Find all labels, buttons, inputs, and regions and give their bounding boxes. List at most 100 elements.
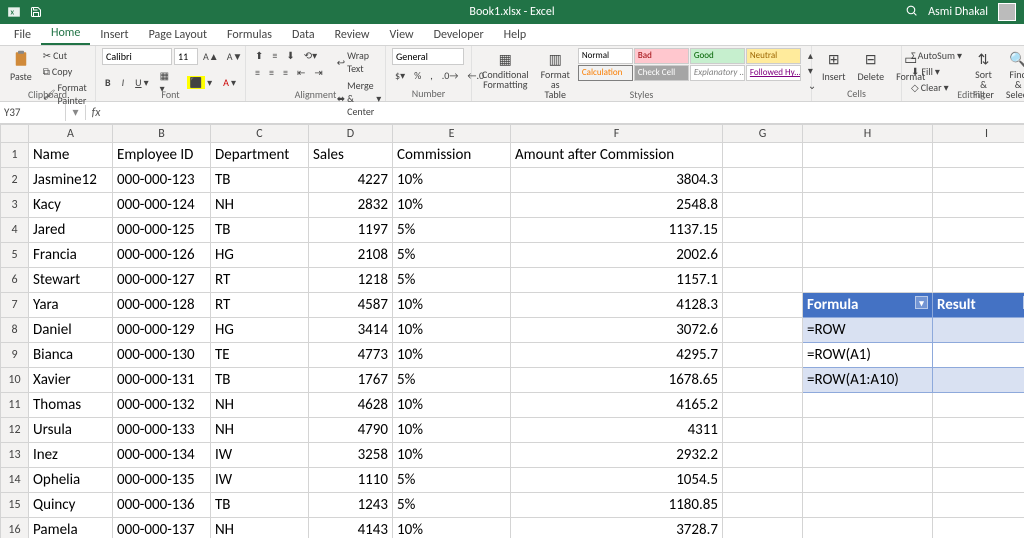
cell-G2[interactable]	[723, 168, 803, 193]
cell-B7[interactable]: 000-000-128	[113, 293, 211, 318]
cell-F13[interactable]: 2932.2	[511, 443, 723, 468]
tab-review[interactable]: Review	[325, 24, 380, 45]
cell-I6[interactable]	[933, 268, 1024, 293]
cell-I8[interactable]: 8	[933, 318, 1024, 343]
row-header-5[interactable]: 5	[1, 243, 29, 268]
cell-D12[interactable]: 4790	[309, 418, 393, 443]
row-header-2[interactable]: 2	[1, 168, 29, 193]
align-top-button[interactable]: ⬆	[252, 48, 266, 63]
cell-G16[interactable]	[723, 518, 803, 538]
cell-F4[interactable]: 1137.15	[511, 218, 723, 243]
row-header-13[interactable]: 13	[1, 443, 29, 468]
cell-F14[interactable]: 1054.5	[511, 468, 723, 493]
align-center-button[interactable]: ≡	[266, 65, 277, 80]
cell-E13[interactable]: 10%	[393, 443, 511, 468]
cell-E9[interactable]: 10%	[393, 343, 511, 368]
cell-B4[interactable]: 000-000-125	[113, 218, 211, 243]
cell-E7[interactable]: 10%	[393, 293, 511, 318]
cell-B11[interactable]: 000-000-132	[113, 393, 211, 418]
col-header-A[interactable]: A	[29, 125, 113, 143]
fill-button[interactable]: ⬇ Fill ▾	[908, 64, 965, 79]
cell-C16[interactable]: NH	[211, 518, 309, 538]
cell-E8[interactable]: 10%	[393, 318, 511, 343]
row-header-12[interactable]: 12	[1, 418, 29, 443]
cell-C9[interactable]: TE	[211, 343, 309, 368]
cell-style-explanatory-[interactable]: Explanatory ...	[690, 65, 745, 81]
cell-H14[interactable]	[803, 468, 933, 493]
cell-I2[interactable]	[933, 168, 1024, 193]
tab-insert[interactable]: Insert	[90, 24, 138, 45]
tab-view[interactable]: View	[380, 24, 424, 45]
cell-F12[interactable]: 4311	[511, 418, 723, 443]
cell-I3[interactable]	[933, 193, 1024, 218]
cell-H2[interactable]	[803, 168, 933, 193]
avatar[interactable]	[998, 3, 1016, 21]
insert-cells-button[interactable]: ⊞Insert	[818, 48, 850, 85]
cell-D16[interactable]: 4143	[309, 518, 393, 538]
cell-E4[interactable]: 5%	[393, 218, 511, 243]
cell-B13[interactable]: 000-000-134	[113, 443, 211, 468]
col-header-E[interactable]: E	[393, 125, 511, 143]
currency-button[interactable]: $▾	[392, 68, 408, 83]
cell-D3[interactable]: 2832	[309, 193, 393, 218]
orientation-button[interactable]: ⟲▾	[301, 48, 320, 63]
col-header-B[interactable]: B	[113, 125, 211, 143]
tab-developer[interactable]: Developer	[424, 24, 494, 45]
col-header-D[interactable]: D	[309, 125, 393, 143]
cell-H3[interactable]	[803, 193, 933, 218]
cell-B10[interactable]: 000-000-131	[113, 368, 211, 393]
cell-C4[interactable]: TB	[211, 218, 309, 243]
cell-A4[interactable]: Jared	[29, 218, 113, 243]
cell-B15[interactable]: 000-000-136	[113, 493, 211, 518]
cell-H16[interactable]	[803, 518, 933, 538]
cell-style-check-cell[interactable]: Check Cell	[634, 65, 689, 81]
cell-B8[interactable]: 000-000-129	[113, 318, 211, 343]
cell-style-normal[interactable]: Normal	[578, 48, 633, 64]
tab-file[interactable]: File	[4, 24, 41, 45]
row-header-10[interactable]: 10	[1, 368, 29, 393]
cell-D7[interactable]: 4587	[309, 293, 393, 318]
cell-H4[interactable]	[803, 218, 933, 243]
cell-E15[interactable]: 5%	[393, 493, 511, 518]
cell-I16[interactable]	[933, 518, 1024, 538]
cut-button[interactable]: ✂Cut	[40, 48, 90, 63]
cell-C3[interactable]: NH	[211, 193, 309, 218]
cell-F11[interactable]: 4165.2	[511, 393, 723, 418]
percent-button[interactable]: %	[411, 68, 424, 83]
cell-D9[interactable]: 4773	[309, 343, 393, 368]
align-left-button[interactable]: ≡	[252, 65, 263, 80]
row-header-8[interactable]: 8	[1, 318, 29, 343]
cell-A3[interactable]: Kacy	[29, 193, 113, 218]
cell-H15[interactable]	[803, 493, 933, 518]
col-header-F[interactable]: F	[511, 125, 723, 143]
cell-A14[interactable]: Ophelia	[29, 468, 113, 493]
cell-B2[interactable]: 000-000-123	[113, 168, 211, 193]
indent-inc-button[interactable]: ⇥	[311, 65, 325, 80]
cell-B12[interactable]: 000-000-133	[113, 418, 211, 443]
cell-style-followed-hy-[interactable]: Followed Hy...	[746, 65, 801, 81]
cell-D10[interactable]: 1767	[309, 368, 393, 393]
cell-H13[interactable]	[803, 443, 933, 468]
col-header-H[interactable]: H	[803, 125, 933, 143]
cell-D13[interactable]: 3258	[309, 443, 393, 468]
row-header-1[interactable]: 1	[1, 143, 29, 168]
cell-style-neutral[interactable]: Neutral	[746, 48, 801, 64]
cell-H9[interactable]: =ROW(A1)	[803, 343, 933, 368]
cell-F1[interactable]: Amount after Commission	[511, 143, 723, 168]
cell-A1[interactable]: Name	[29, 143, 113, 168]
tab-data[interactable]: Data	[282, 24, 325, 45]
cell-A10[interactable]: Xavier	[29, 368, 113, 393]
align-middle-button[interactable]: ≡	[269, 48, 280, 63]
cell-E3[interactable]: 10%	[393, 193, 511, 218]
cell-I4[interactable]	[933, 218, 1024, 243]
cell-A5[interactable]: Francia	[29, 243, 113, 268]
cell-F3[interactable]: 2548.8	[511, 193, 723, 218]
cell-D4[interactable]: 1197	[309, 218, 393, 243]
cell-G14[interactable]	[723, 468, 803, 493]
increase-font-button[interactable]: A▲	[200, 48, 222, 65]
cell-G10[interactable]	[723, 368, 803, 393]
row-header-15[interactable]: 15	[1, 493, 29, 518]
save-icon[interactable]	[28, 4, 44, 20]
search-icon[interactable]	[905, 4, 918, 21]
worksheet-grid[interactable]: ABCDEFGHI1NameEmployee IDDepartmentSales…	[0, 124, 1024, 538]
